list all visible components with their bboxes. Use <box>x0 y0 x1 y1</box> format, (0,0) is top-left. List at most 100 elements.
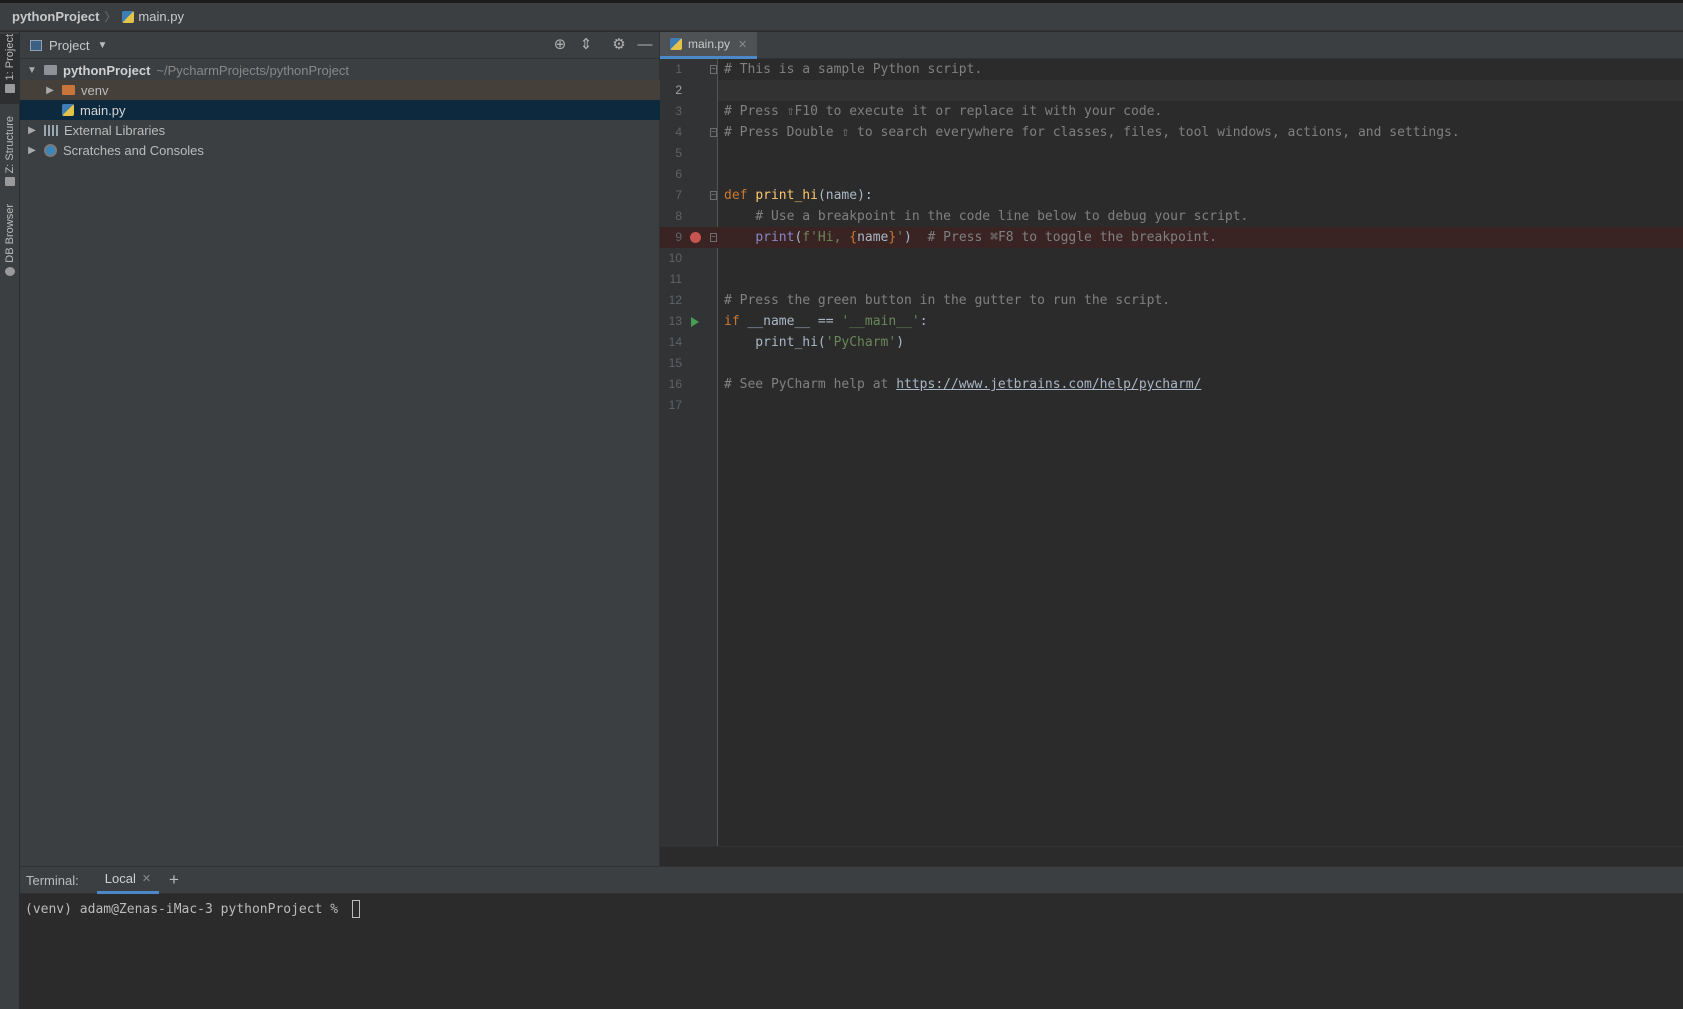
code-area[interactable]: # This is a sample Python script. # Pres… <box>718 59 1683 846</box>
minimize-icon[interactable]: — <box>636 36 654 54</box>
project-window-icon <box>30 39 42 51</box>
editor: main.py ✕ 1 2 3 4 5 6 7 8 9 10 11 12 13 … <box>660 32 1683 866</box>
tool-tab-project-label: 1: Project <box>4 34 16 81</box>
line-number: 17 <box>668 398 682 412</box>
structure-icon <box>5 177 15 187</box>
fold-icon[interactable]: − <box>710 65 717 74</box>
comment: # Use a breakpoint in the code line belo… <box>724 209 1249 224</box>
code-line-12: # Press the green button in the gutter t… <box>718 290 1683 311</box>
comment: # Press ⌘F8 to toggle the breakpoint. <box>911 230 1218 245</box>
chevron-right-icon[interactable]: ▶ <box>26 145 38 156</box>
breakpoint-icon[interactable] <box>690 232 701 243</box>
tool-tab-db-browser-label: DB Browser <box>4 204 16 263</box>
tree-item-label: venv <box>81 82 109 98</box>
chevron-right-icon[interactable]: ▶ <box>26 125 38 136</box>
project-panel-title[interactable]: Project <box>49 38 89 53</box>
line-number: 15 <box>668 356 682 370</box>
line-number: 5 <box>675 146 682 160</box>
terminal-tab-local[interactable]: Local ✕ <box>96 867 160 894</box>
line-number: 14 <box>668 335 682 349</box>
line-number: 9 <box>675 230 682 244</box>
fold-icon[interactable]: − <box>710 191 717 200</box>
function-name: print_hi <box>755 188 818 203</box>
string: f'Hi, <box>802 230 850 245</box>
library-icon <box>44 124 58 136</box>
folder-excluded-icon <box>62 85 75 95</box>
line-number: 4 <box>675 125 682 139</box>
editor-gutter[interactable]: 1 2 3 4 5 6 7 8 9 10 11 12 13 14 15 16 1… <box>660 59 718 846</box>
breadcrumb-project[interactable]: pythonProject <box>12 9 99 24</box>
keyword: if <box>724 314 740 329</box>
tree-item-main-py[interactable]: main.py <box>20 100 660 120</box>
code-text: ) <box>904 230 912 245</box>
string: 'PyCharm' <box>825 335 897 350</box>
tool-tab-structure[interactable]: Z: Structure <box>0 116 20 188</box>
tree-item-label: Scratches and Consoles <box>63 142 204 158</box>
horizontal-scrollbar[interactable] <box>660 846 1683 866</box>
locate-target-icon[interactable]: ⊕ <box>551 36 569 54</box>
gear-icon[interactable]: ⚙ <box>610 36 628 54</box>
close-icon[interactable]: ✕ <box>142 872 151 885</box>
code-text: (name): <box>817 188 873 203</box>
fold-icon[interactable]: − <box>710 233 717 242</box>
terminal-header: Terminal: Local ✕ + <box>20 867 1683 894</box>
folder-icon <box>5 84 15 94</box>
tab-label: main.py <box>688 37 731 51</box>
code-line-13: if __name__ == '__main__': <box>718 311 1683 332</box>
terminal-panel: Terminal: Local ✕ + (venv) adam@Zenas-iM… <box>20 866 1683 1009</box>
code-line-1: # This is a sample Python script. <box>718 59 1683 80</box>
tool-tab-db-browser[interactable]: DB Browser <box>0 204 20 284</box>
tree-item-path: ~/PycharmProjects/pythonProject <box>156 62 349 78</box>
fstring-brace: { <box>849 230 858 245</box>
line-number: 13 <box>668 314 682 328</box>
comment: # Press Double ⇧ to search everywhere fo… <box>724 125 1460 140</box>
tree-item-external-libraries[interactable]: ▶ External Libraries <box>20 120 660 140</box>
code-line-3: # Press ⇧F10 to execute it or replace it… <box>718 101 1683 122</box>
string: ' <box>896 230 905 245</box>
terminal-label: Terminal: <box>26 872 79 888</box>
terminal-output[interactable]: (venv) adam@Zenas-iMac-3 pythonProject % <box>20 894 1683 924</box>
left-tool-stripe: 1: Project Z: Structure DB Browser <box>0 32 20 1009</box>
fold-icon[interactable]: − <box>710 128 717 137</box>
code-line-4: # Press Double ⇧ to search everywhere fo… <box>718 122 1683 143</box>
tree-item-scratches[interactable]: ▶ Scratches and Consoles <box>20 140 660 160</box>
line-number: 11 <box>669 272 682 286</box>
collapse-all-icon[interactable]: ⇕ <box>577 36 595 54</box>
code-line-8: # Use a breakpoint in the code line belo… <box>718 206 1683 227</box>
breadcrumb-file[interactable]: main.py <box>138 9 184 24</box>
tab-main-py[interactable]: main.py ✕ <box>660 32 758 59</box>
chevron-right-icon[interactable]: ▶ <box>44 85 56 96</box>
scratches-icon <box>44 143 57 157</box>
tree-item-label: External Libraries <box>64 122 166 138</box>
python-file-icon <box>670 38 682 50</box>
line-number: 3 <box>675 104 682 118</box>
help-link[interactable]: https://www.jetbrains.com/help/pycharm/ <box>896 377 1201 392</box>
chevron-down-icon[interactable]: ▼ <box>26 65 38 76</box>
run-icon[interactable] <box>691 317 699 327</box>
code-text: __name__ == <box>739 314 842 329</box>
add-terminal-button[interactable]: + <box>169 870 179 890</box>
terminal-prompt: (venv) adam@Zenas-iMac-3 pythonProject % <box>25 901 346 917</box>
keyword: def <box>724 188 748 203</box>
tree-item-project-root[interactable]: ▼ pythonProject ~/PycharmProjects/python… <box>20 60 660 80</box>
python-file-icon <box>62 104 74 116</box>
breadcrumb-separator-icon: 〉 <box>104 10 117 24</box>
code-line-9-breakpoint: print(f'Hi, {name}') # Press ⌘F8 to togg… <box>718 227 1683 248</box>
line-number: 1 <box>675 62 682 76</box>
navigation-bar: pythonProject 〉 main.py <box>0 3 1683 31</box>
chevron-down-icon[interactable]: ▼ <box>97 40 107 51</box>
code-line-7: def print_hi(name): <box>718 185 1683 206</box>
line-number: 6 <box>675 167 682 181</box>
project-panel: Project ▼ ⊕ ⇕ ⚙ — ▼ pythonProject ~/Pych… <box>20 32 660 866</box>
line-number: 2 <box>675 83 682 97</box>
code-line-16: # See PyCharm help at https://www.jetbra… <box>718 374 1683 395</box>
line-number: 12 <box>668 293 682 307</box>
tree-item-venv[interactable]: ▶ venv <box>20 80 660 100</box>
tool-tab-project[interactable]: 1: Project <box>0 34 20 104</box>
close-icon[interactable]: ✕ <box>738 38 747 51</box>
code-text: : <box>919 314 928 329</box>
line-number: 7 <box>675 188 682 202</box>
line-number: 8 <box>675 209 682 223</box>
python-file-icon <box>122 10 135 23</box>
builtin: print <box>755 230 795 245</box>
